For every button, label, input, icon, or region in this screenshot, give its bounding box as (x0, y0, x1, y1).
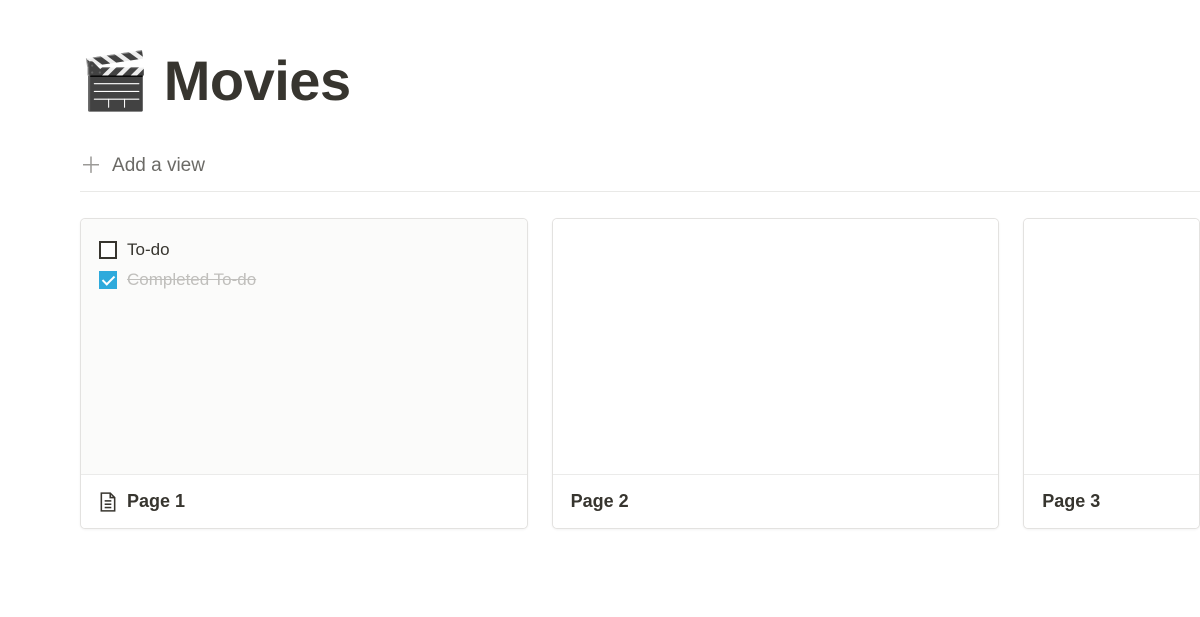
gallery-cards-row: To-do Completed To-do Page 1 (80, 218, 1200, 529)
card-title: Page 1 (127, 491, 185, 512)
checkbox-unchecked-icon (99, 241, 117, 259)
gallery-card[interactable]: To-do Completed To-do Page 1 (80, 218, 528, 529)
todo-item: Completed To-do (99, 265, 509, 295)
gallery-card[interactable]: Page 3 (1023, 218, 1200, 529)
add-view-button[interactable]: ＋ Add a view (80, 149, 1200, 191)
card-footer: Page 1 (81, 474, 527, 528)
todo-label: Completed To-do (127, 270, 256, 290)
page-title[interactable]: Movies (164, 48, 351, 113)
card-footer: Page 2 (553, 474, 999, 528)
card-title: Page 3 (1042, 491, 1100, 512)
divider (80, 191, 1200, 192)
todo-item: To-do (99, 235, 509, 265)
plus-icon: ＋ (80, 155, 102, 177)
gallery-card[interactable]: Page 2 (552, 218, 1000, 529)
card-preview (1024, 219, 1199, 474)
card-preview (553, 219, 999, 474)
page-icon (99, 492, 117, 512)
checkbox-checked-icon (99, 271, 117, 289)
add-view-label: Add a view (112, 155, 205, 177)
page-title-row: 🎬 Movies (80, 48, 1200, 113)
card-title: Page 2 (571, 491, 629, 512)
clapperboard-icon[interactable]: 🎬 (80, 53, 150, 109)
todo-label: To-do (127, 240, 170, 260)
card-footer: Page 3 (1024, 474, 1199, 528)
card-preview: To-do Completed To-do (81, 219, 527, 474)
